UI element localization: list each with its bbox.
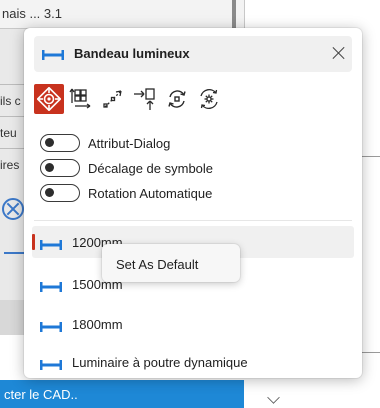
settings-cycle-icon[interactable] [194, 84, 224, 114]
popup-title: Bandeau lumineux [74, 46, 190, 61]
context-menu-label: Set As Default [116, 257, 199, 272]
light-strip-popup: Bandeau lumineux Attribut-Dialog Décalag… [24, 28, 362, 378]
background-line [362, 352, 380, 353]
background-text-fragment: teu [0, 126, 17, 140]
toggle-switch[interactable] [40, 159, 80, 177]
toggle-label: Décalage de symbole [88, 161, 214, 176]
selection-indicator [32, 234, 35, 250]
array-layout-icon[interactable] [66, 84, 96, 114]
toggle-label: Attribut-Dialog [88, 136, 171, 151]
background-status-text: cter le CAD.. [4, 387, 78, 402]
light-strip-icon [40, 358, 62, 373]
list-item-1800mm[interactable]: 1800mm [32, 308, 354, 340]
rotate-icon[interactable] [162, 84, 192, 114]
cancel-circle-icon[interactable] [2, 198, 24, 220]
toggle-label: Rotation Automatique [88, 186, 213, 201]
link-icon[interactable] [4, 238, 26, 254]
toggle-switch[interactable] [40, 184, 80, 202]
light-strip-icon [42, 48, 64, 63]
light-strip-icon [40, 280, 62, 295]
background-text-fragment: ires [0, 158, 20, 172]
section-divider [34, 220, 352, 221]
light-strip-icon [40, 238, 62, 253]
list-item-label: Luminaire à poutre dynamique [72, 355, 248, 370]
light-strip-icon [40, 320, 62, 335]
target-placement-icon[interactable] [34, 84, 64, 114]
list-item-label: 1800mm [72, 317, 123, 332]
background-status-bar[interactable]: cter le CAD.. [0, 380, 244, 408]
toggle-switch[interactable] [40, 134, 80, 152]
chevron-down-icon[interactable] [267, 391, 280, 404]
background-line [362, 156, 380, 157]
move-to-icon[interactable] [130, 84, 160, 114]
set-as-default-menu-item[interactable]: Set As Default [102, 244, 240, 282]
background-text-fragment: ils c [0, 94, 21, 108]
diagonal-distribute-icon[interactable] [98, 84, 128, 114]
background-tab-label: nais ... 3.1 [2, 6, 62, 21]
popup-header: Bandeau lumineux [34, 36, 352, 72]
list-item-luminaire-poutre[interactable]: Luminaire à poutre dynamique [32, 346, 354, 378]
background-tab[interactable]: nais ... 3.1 [0, 0, 236, 28]
close-icon[interactable] [328, 42, 350, 64]
background-topbar: nais ... 3.1 [0, 0, 244, 29]
